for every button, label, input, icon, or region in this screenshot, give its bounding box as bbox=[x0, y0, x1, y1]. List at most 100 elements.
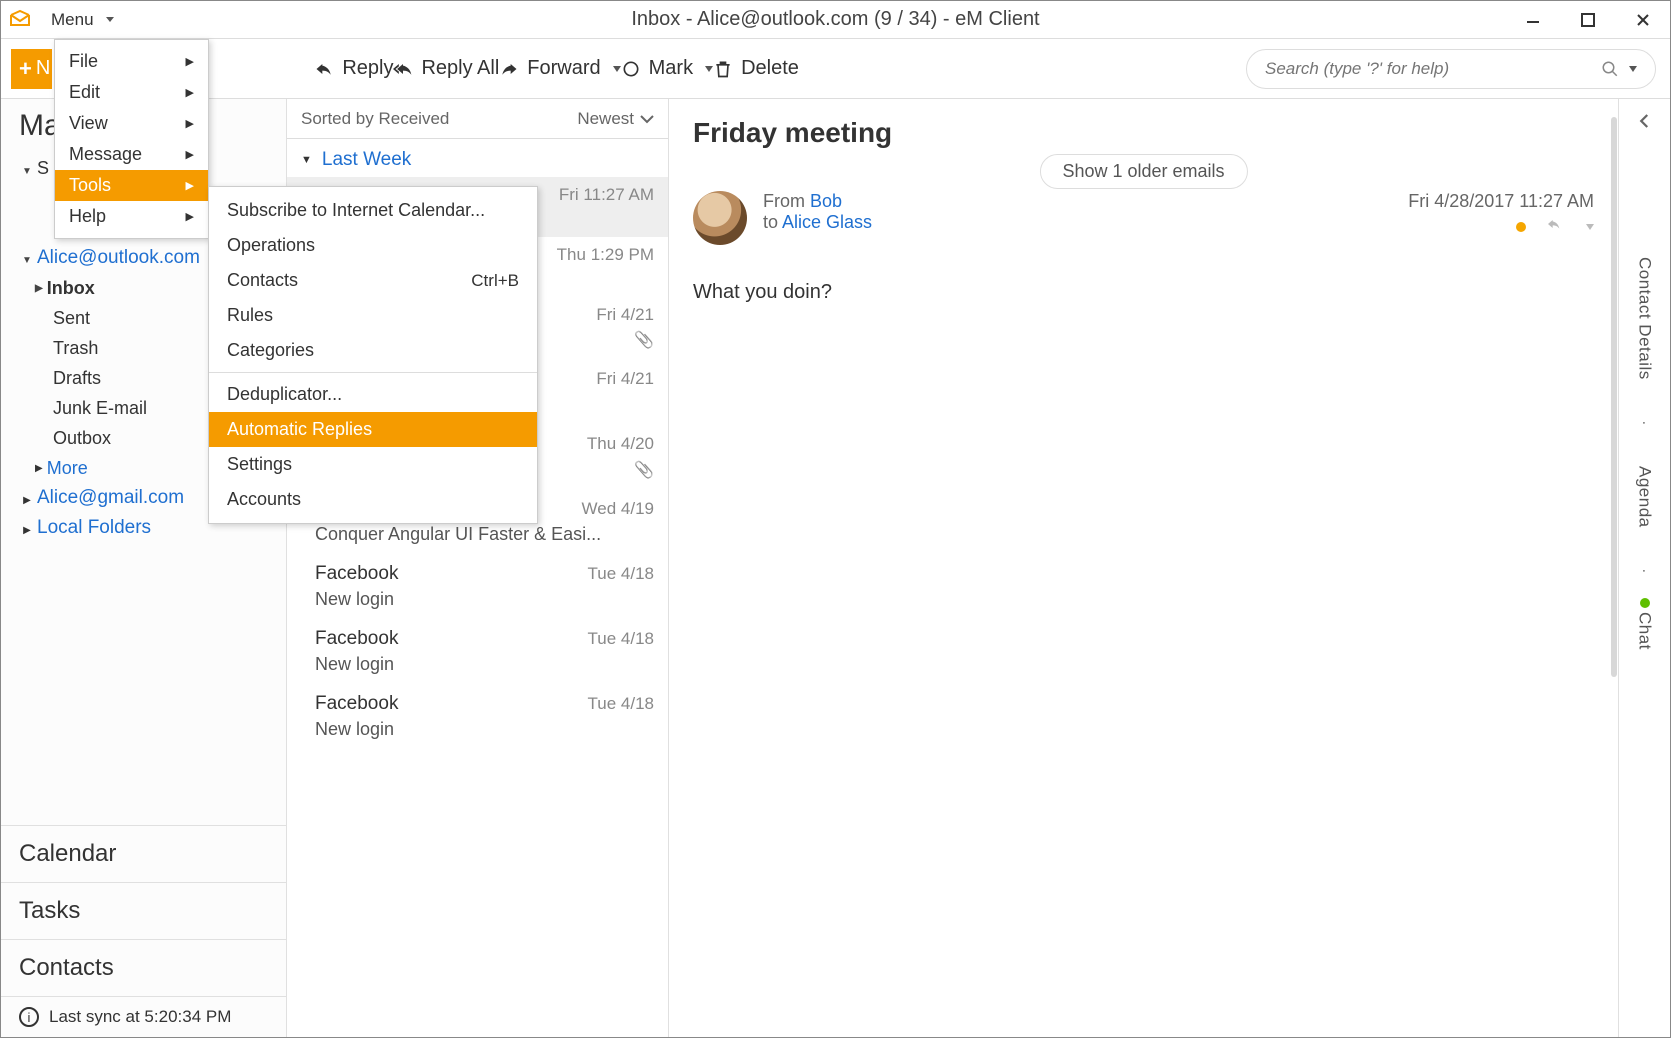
search-icon[interactable] bbox=[1601, 60, 1637, 78]
app-logo bbox=[1, 1, 39, 39]
attachment-icon bbox=[634, 460, 654, 480]
tab-contact-details[interactable]: Contact Details bbox=[1635, 257, 1655, 380]
sort-newest[interactable]: Newest bbox=[577, 109, 654, 129]
message-time: Tue 4/18 bbox=[588, 564, 654, 584]
collapse-rail-button[interactable] bbox=[1636, 109, 1654, 137]
forward-button[interactable]: Forward bbox=[499, 57, 620, 80]
menu-item-accounts[interactable]: Accounts bbox=[209, 482, 537, 517]
right-rail: Contact Details · Agenda · Chat bbox=[1618, 99, 1670, 1037]
message-subject: Conquer Angular UI Faster & Easi... bbox=[315, 524, 601, 545]
search-input[interactable] bbox=[1265, 59, 1601, 79]
menu-item-message[interactable]: Message▶ bbox=[55, 139, 208, 170]
menu-button[interactable]: Menu bbox=[39, 1, 126, 39]
menu-separator bbox=[209, 372, 537, 373]
close-button[interactable] bbox=[1615, 1, 1670, 39]
chevron-down-icon[interactable] bbox=[1586, 224, 1594, 230]
menu-item-deduplicator[interactable]: Deduplicator... bbox=[209, 377, 537, 412]
message-time: Fri 11:27 AM bbox=[559, 185, 654, 205]
reply-button[interactable]: Reply bbox=[314, 57, 393, 80]
info-icon: i bbox=[19, 1007, 39, 1027]
submenu-arrow-icon: ▶ bbox=[186, 117, 194, 130]
sync-status: i Last sync at 5:20:34 PM bbox=[1, 997, 286, 1037]
shortcut-label: Ctrl+B bbox=[471, 271, 519, 291]
message-datetime: Fri 4/28/2017 11:27 AM bbox=[1408, 191, 1594, 212]
circle-icon bbox=[621, 59, 641, 79]
reply-icon bbox=[314, 59, 334, 79]
nav-tasks[interactable]: Tasks bbox=[1, 883, 286, 940]
message-time: Fri 4/21 bbox=[596, 305, 654, 325]
message-header: From Bob to Alice Glass Fri 4/28/2017 11… bbox=[693, 191, 1594, 245]
title-bar: Menu Inbox - Alice@outlook.com (9 / 34) … bbox=[1, 1, 1670, 39]
message-from: Facebook bbox=[315, 563, 398, 585]
toolbar: + N Reply Reply All Forward Mark Delete bbox=[1, 39, 1670, 99]
message-subject: Friday meeting bbox=[693, 117, 1594, 149]
message-subject: New login bbox=[315, 589, 394, 610]
menu-item-contacts[interactable]: ContactsCtrl+B bbox=[209, 263, 537, 298]
minimize-button[interactable] bbox=[1505, 1, 1560, 39]
main-menu-dropdown: File▶Edit▶View▶Message▶Tools▶Help▶ bbox=[54, 39, 209, 239]
tab-chat[interactable]: Chat bbox=[1635, 612, 1655, 650]
submenu-arrow-icon: ▶ bbox=[186, 179, 194, 192]
from-link[interactable]: Bob bbox=[810, 191, 842, 211]
status-dot-icon bbox=[1640, 598, 1650, 608]
sort-bar[interactable]: Sorted by Received Newest bbox=[287, 99, 668, 139]
forward-icon bbox=[499, 59, 519, 79]
attachment-icon bbox=[634, 330, 654, 350]
reading-pane: Friday meeting Show 1 older emails From … bbox=[669, 99, 1618, 1037]
plus-icon: + bbox=[19, 56, 32, 82]
chevron-down-icon bbox=[640, 114, 654, 124]
message-item[interactable]: Facebook Tue 4/18 New login bbox=[287, 620, 668, 685]
chevron-down-icon bbox=[705, 66, 713, 72]
sorted-by-label: Sorted by Received bbox=[301, 109, 449, 129]
message-from: Facebook bbox=[315, 693, 398, 715]
menu-item-tools[interactable]: Tools▶ bbox=[55, 170, 208, 201]
menu-item-rules[interactable]: Rules bbox=[209, 298, 537, 333]
menu-item-subscribe-to-internet-calendar[interactable]: Subscribe to Internet Calendar... bbox=[209, 193, 537, 228]
menu-item-operations[interactable]: Operations bbox=[209, 228, 537, 263]
mark-button[interactable]: Mark bbox=[621, 57, 713, 80]
reply-all-button[interactable]: Reply All bbox=[393, 57, 499, 80]
to-link[interactable]: Alice Glass bbox=[782, 212, 872, 232]
search-box[interactable] bbox=[1246, 49, 1656, 89]
show-older-button[interactable]: Show 1 older emails bbox=[1039, 154, 1247, 189]
unread-dot-icon bbox=[1516, 222, 1526, 232]
new-button[interactable]: + N bbox=[11, 49, 52, 89]
menu-item-settings[interactable]: Settings bbox=[209, 447, 537, 482]
scrollbar-thumb[interactable] bbox=[1611, 117, 1617, 677]
message-meta: From Bob to Alice Glass bbox=[763, 191, 872, 245]
menu-item-view[interactable]: View▶ bbox=[55, 108, 208, 139]
menu-item-categories[interactable]: Categories bbox=[209, 333, 537, 368]
menu-label: Menu bbox=[51, 10, 94, 30]
reply-icon[interactable] bbox=[1544, 216, 1564, 237]
menu-item-file[interactable]: File▶ bbox=[55, 46, 208, 77]
message-subject: New login bbox=[315, 719, 394, 740]
menu-item-help[interactable]: Help▶ bbox=[55, 201, 208, 232]
message-time: Tue 4/18 bbox=[588, 629, 654, 649]
new-label: N bbox=[36, 57, 50, 80]
window-controls bbox=[1505, 1, 1670, 39]
message-item[interactable]: Facebook Tue 4/18 New login bbox=[287, 685, 668, 750]
submenu-arrow-icon: ▶ bbox=[186, 210, 194, 223]
message-time: Wed 4/19 bbox=[582, 499, 654, 519]
group-last-week[interactable]: ▼ Last Week bbox=[287, 139, 668, 177]
message-body: What you doin? bbox=[693, 281, 1594, 304]
menu-item-edit[interactable]: Edit▶ bbox=[55, 77, 208, 108]
chevron-down-icon bbox=[1629, 66, 1637, 72]
maximize-button[interactable] bbox=[1560, 1, 1615, 39]
submenu-arrow-icon: ▶ bbox=[186, 55, 194, 68]
tab-agenda[interactable]: Agenda bbox=[1635, 466, 1655, 528]
window-title: Inbox - Alice@outlook.com (9 / 34) - eM … bbox=[1, 8, 1670, 31]
message-time: Fri 4/21 bbox=[596, 369, 654, 389]
message-time: Thu 1:29 PM bbox=[557, 245, 654, 265]
delete-button[interactable]: Delete bbox=[713, 57, 799, 80]
avatar bbox=[693, 191, 747, 245]
nav-calendar[interactable]: Calendar bbox=[1, 826, 286, 883]
message-time: Tue 4/18 bbox=[588, 694, 654, 714]
message-from: Facebook bbox=[315, 628, 398, 650]
trash-icon bbox=[713, 59, 733, 79]
menu-item-automatic-replies[interactable]: Automatic Replies bbox=[209, 412, 537, 447]
message-item[interactable]: Facebook Tue 4/18 New login bbox=[287, 555, 668, 620]
message-time: Thu 4/20 bbox=[587, 434, 654, 454]
message-subject: New login bbox=[315, 654, 394, 675]
nav-contacts[interactable]: Contacts bbox=[1, 940, 286, 997]
